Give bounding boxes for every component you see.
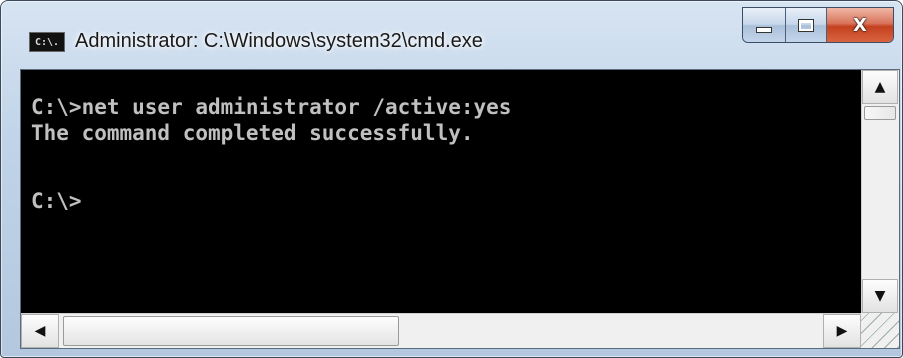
console-line: C:\>net user administrator /active:yes xyxy=(31,95,512,119)
scroll-up-button[interactable]: ▲ xyxy=(862,70,898,104)
resize-grip-icon[interactable] xyxy=(861,313,899,348)
window-title: Administrator: C:\Windows\system32\cmd.e… xyxy=(75,30,483,52)
minimize-button[interactable] xyxy=(743,8,786,42)
cmd-window: C:\. Administrator: C:\Windows\system32\… xyxy=(0,0,903,358)
arrow-up-icon: ▲ xyxy=(874,79,886,95)
scroll-left-button[interactable]: ◀ xyxy=(21,314,59,348)
console-output[interactable]: C:\>net user administrator /active:yes T… xyxy=(21,70,861,313)
horizontal-scrollbar[interactable]: ◀ ▶ xyxy=(21,313,861,348)
minimize-icon xyxy=(756,27,772,33)
arrow-down-icon: ▼ xyxy=(874,288,886,304)
close-button[interactable]: X xyxy=(827,8,893,42)
vertical-scrollbar[interactable]: ▲ ▼ xyxy=(861,70,899,313)
arrow-left-icon: ◀ xyxy=(34,323,46,339)
close-icon: X xyxy=(853,14,867,36)
arrow-right-icon: ▶ xyxy=(836,323,848,339)
title-bar[interactable]: C:\. Administrator: C:\Windows\system32\… xyxy=(1,1,902,69)
horizontal-scroll-thumb[interactable] xyxy=(63,316,399,346)
scroll-right-button[interactable]: ▶ xyxy=(823,314,861,348)
console-client-area: C:\>net user administrator /active:yes T… xyxy=(20,69,900,349)
console-line: The command completed successfully. xyxy=(31,121,474,145)
window-controls: X xyxy=(742,7,894,43)
cmd-app-icon[interactable]: C:\. xyxy=(29,32,65,52)
console-prompt: C:\> xyxy=(31,189,82,213)
maximize-icon xyxy=(798,18,814,32)
vertical-scroll-thumb[interactable] xyxy=(864,106,896,120)
maximize-button[interactable] xyxy=(786,8,827,42)
scroll-down-button[interactable]: ▼ xyxy=(862,279,898,313)
